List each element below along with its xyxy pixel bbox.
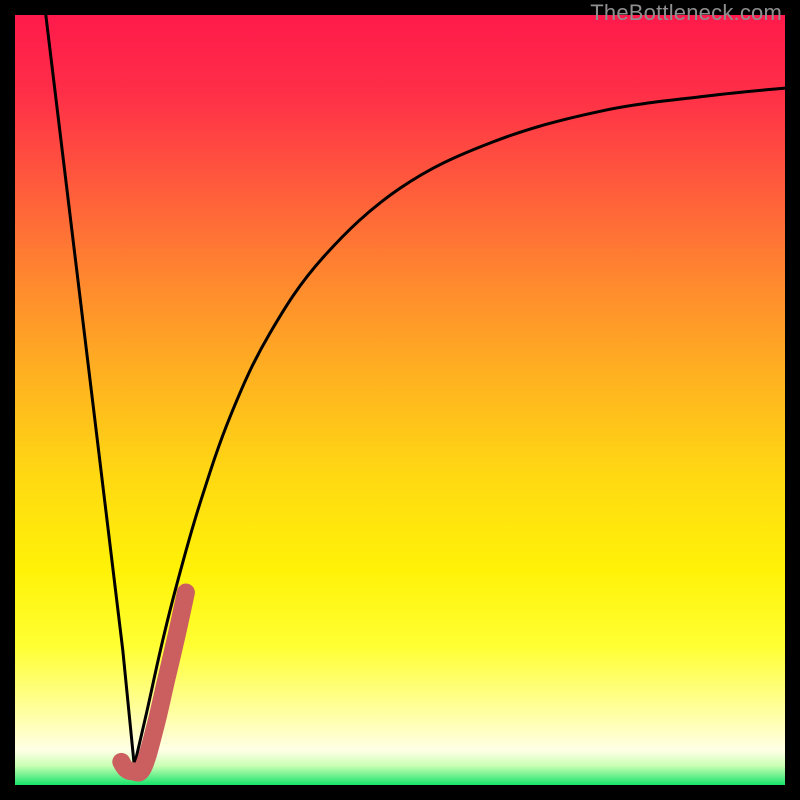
chart-frame — [15, 15, 785, 785]
gradient-background — [15, 15, 785, 785]
bottleneck-chart — [15, 15, 785, 785]
watermark-text: TheBottleneck.com — [590, 0, 782, 26]
